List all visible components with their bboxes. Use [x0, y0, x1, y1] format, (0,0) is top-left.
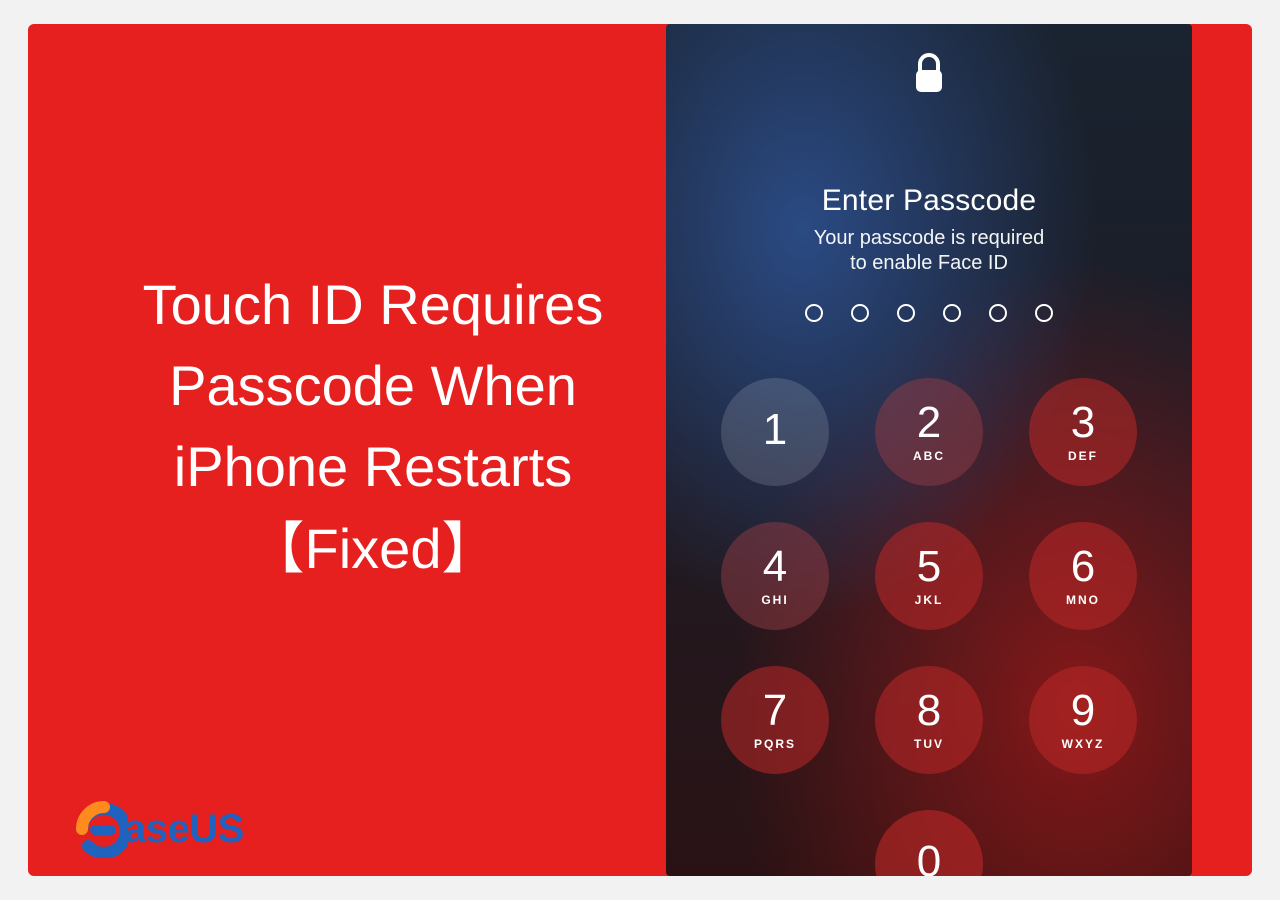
key-digit: 9 [1071, 689, 1095, 733]
keypad-key-5[interactable]: 5 JKL [875, 522, 983, 630]
passcode-dot [989, 304, 1007, 322]
passcode-dot [805, 304, 823, 322]
passcode-dot [943, 304, 961, 322]
key-digit: 7 [763, 689, 787, 733]
key-letters: ABC [913, 449, 945, 463]
passcode-prompt-sub-line2: to enable Face ID [850, 252, 1008, 274]
key-digit: 4 [763, 545, 787, 589]
passcode-prompt-subtitle: Your passcode is required to enable Face… [814, 226, 1045, 276]
brand-logo: aseUS [76, 800, 244, 858]
passcode-prompt-title: Enter Passcode [814, 184, 1045, 218]
keypad-key-8[interactable]: 8 TUV [875, 666, 983, 774]
passcode-dot [851, 304, 869, 322]
passcode-dot [897, 304, 915, 322]
key-digit: 8 [917, 689, 941, 733]
keypad-key-2[interactable]: 2 ABC [875, 378, 983, 486]
brand-logo-text: aseUS [124, 807, 244, 852]
key-letters: GHI [761, 593, 788, 607]
keypad-key-1[interactable]: 1 [721, 378, 829, 486]
keypad-key-3[interactable]: 3 DEF [1029, 378, 1137, 486]
passcode-dots [805, 304, 1053, 322]
key-digit: 6 [1071, 545, 1095, 589]
lock-icon [911, 50, 947, 98]
passcode-screen: Enter Passcode Your passcode is required… [666, 24, 1192, 876]
key-letters: DEF [1068, 449, 1098, 463]
key-digit: 1 [763, 408, 787, 452]
key-digit: 5 [917, 545, 941, 589]
keypad-zero-row: 0 [875, 810, 983, 876]
keypad: 1 2 ABC 3 DEF 4 GHI [721, 378, 1137, 774]
key-letters: PQRS [754, 737, 796, 751]
key-digit: 0 [917, 840, 941, 876]
passcode-prompt: Enter Passcode Your passcode is required… [814, 184, 1045, 276]
passcode-dot [1035, 304, 1053, 322]
keypad-key-9[interactable]: 9 WXYZ [1029, 666, 1137, 774]
page-canvas: Touch ID Requires Passcode When iPhone R… [0, 0, 1280, 900]
key-letters: JKL [915, 593, 944, 607]
key-letters: WXYZ [1062, 737, 1105, 751]
keypad-key-0[interactable]: 0 [875, 810, 983, 876]
hero-card: Touch ID Requires Passcode When iPhone R… [28, 24, 1252, 876]
keypad-key-7[interactable]: 7 PQRS [721, 666, 829, 774]
key-letters: MNO [1066, 593, 1100, 607]
passcode-prompt-sub-line1: Your passcode is required [814, 227, 1045, 249]
headline-text: Touch ID Requires Passcode When iPhone R… [78, 264, 668, 589]
keypad-key-6[interactable]: 6 MNO [1029, 522, 1137, 630]
passcode-screen-content: Enter Passcode Your passcode is required… [666, 24, 1192, 876]
keypad-key-4[interactable]: 4 GHI [721, 522, 829, 630]
key-letters: TUV [914, 737, 944, 751]
brand-logo-mark-icon [76, 800, 128, 858]
key-digit: 2 [917, 401, 941, 445]
key-digit: 3 [1071, 401, 1095, 445]
